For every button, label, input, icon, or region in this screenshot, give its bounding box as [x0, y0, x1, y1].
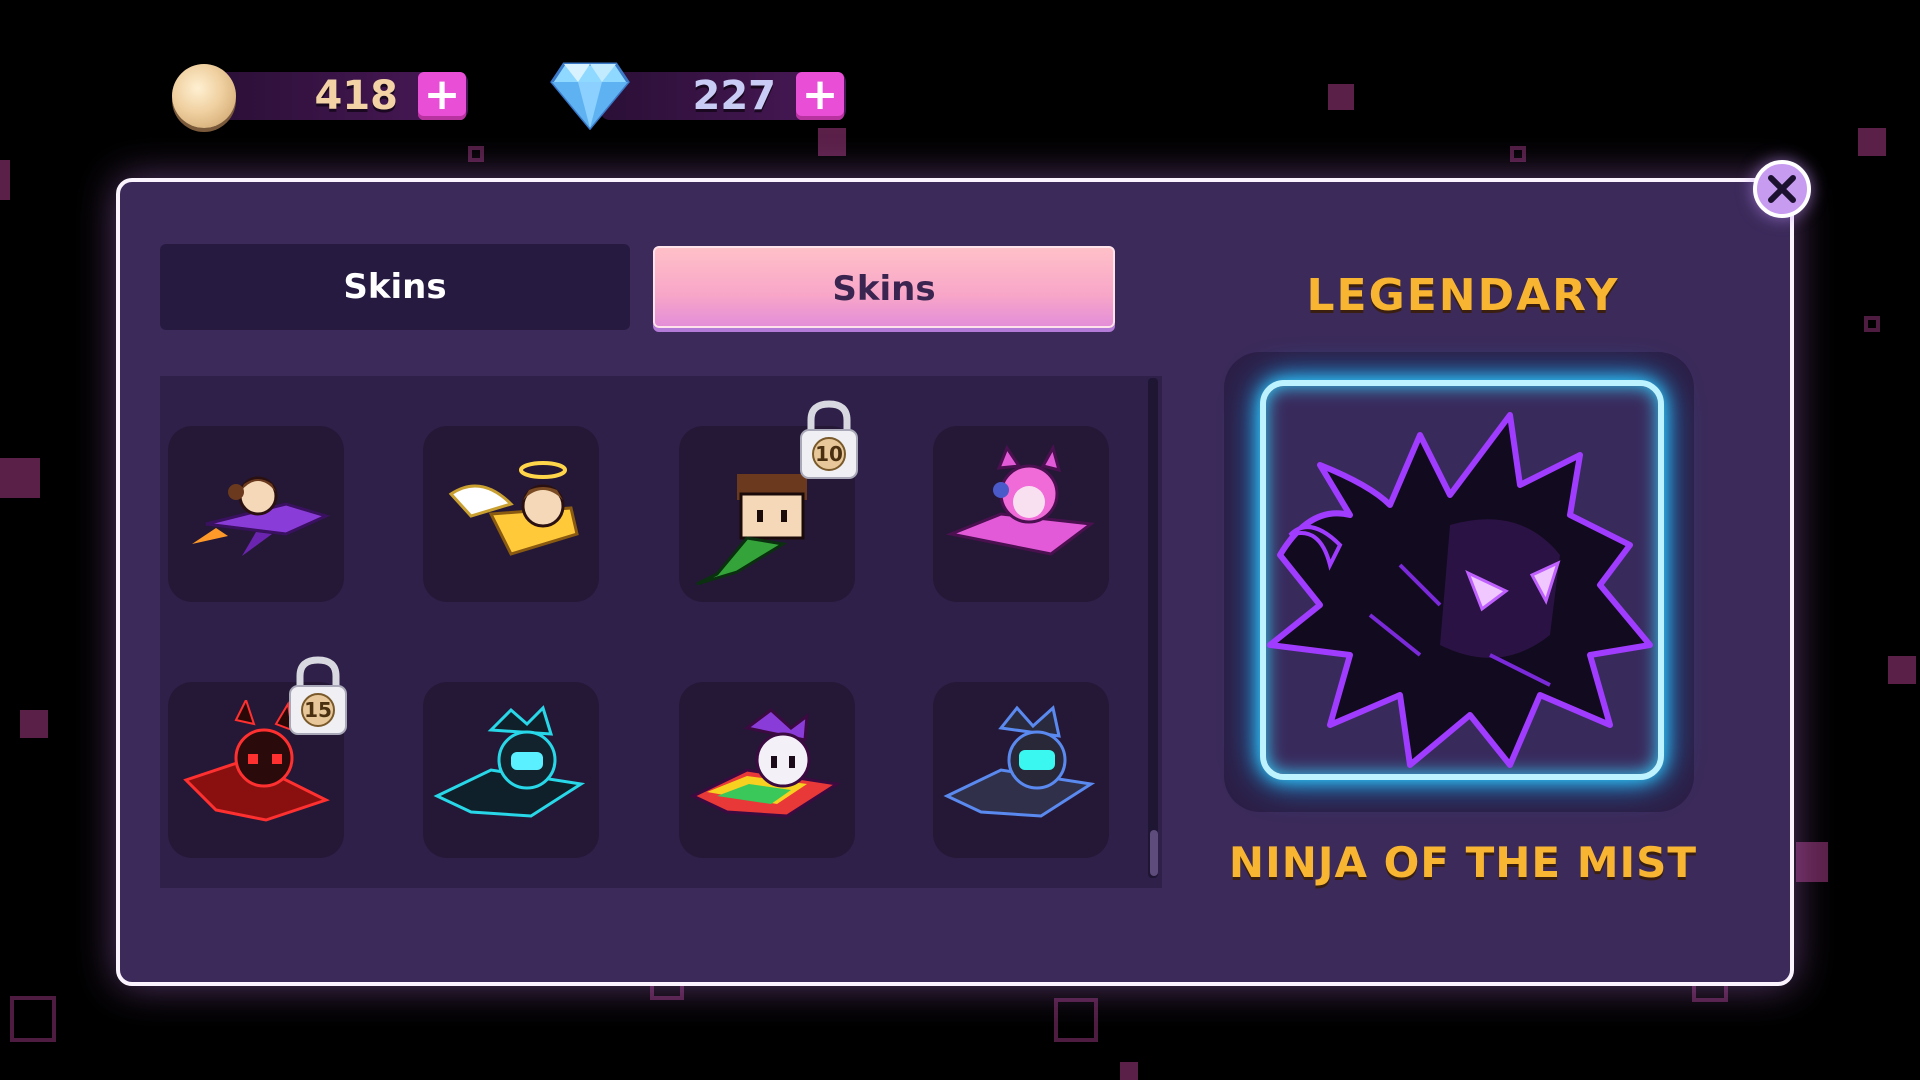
featured-skin-name: NINJA OF THE MIST: [1228, 838, 1698, 887]
bg-square: [0, 160, 10, 200]
angel-rider-icon: [448, 461, 579, 556]
lock-icon-level-15: 15: [286, 654, 350, 738]
bg-square: [20, 710, 48, 738]
tab-skins-inactive[interactable]: Skins: [160, 244, 630, 330]
tab-skins-active[interactable]: Skins: [653, 246, 1115, 328]
add-coins-button[interactable]: +: [418, 72, 466, 120]
cat-pilot-icon: [945, 444, 1095, 556]
diamond-icon: [550, 62, 630, 130]
skin-slot-rainbow-jet[interactable]: [679, 682, 855, 858]
bg-square-outline: [468, 146, 484, 162]
bg-square: [1120, 1062, 1138, 1080]
bg-square-outline: [1864, 316, 1880, 332]
rarity-label: LEGENDARY: [1306, 270, 1620, 321]
skin-slot-cat-pilot[interactable]: [933, 426, 1109, 602]
bg-square-outline: [1510, 146, 1526, 162]
skin-slot-shadow-cyan[interactable]: [423, 682, 599, 858]
skin-slot-mech-pilot[interactable]: [933, 682, 1109, 858]
close-icon: [1768, 175, 1796, 203]
bg-square: [1328, 84, 1354, 110]
skin-slot-angel-rider[interactable]: [423, 426, 599, 602]
lock-level-label: 15: [304, 698, 332, 722]
mech-pilot-icon: [943, 705, 1096, 818]
bg-square: [1858, 128, 1886, 156]
bg-square-outline: [1054, 998, 1098, 1042]
gem-counter: 227 +: [550, 62, 850, 130]
bg-square: [0, 458, 40, 498]
scrollbar-thumb[interactable]: [1150, 830, 1158, 876]
lock-icon-level-10: 10: [797, 398, 861, 482]
bg-square: [1796, 842, 1828, 882]
rocket-girl-icon: [192, 476, 331, 556]
close-button[interactable]: [1753, 160, 1811, 218]
ninja-of-the-mist-icon: [1267, 412, 1653, 768]
add-gems-button[interactable]: +: [796, 72, 844, 120]
coin-counter: 418 +: [172, 64, 472, 128]
coin-amount: 418: [314, 73, 399, 119]
bg-square-outline: [10, 996, 56, 1042]
bg-square: [818, 128, 846, 156]
coin-icon: [172, 64, 236, 128]
lock-level-label: 10: [815, 442, 843, 466]
rainbow-jet-icon: [689, 708, 842, 818]
scrollbar-track[interactable]: [1148, 378, 1158, 878]
shadow-cyan-icon: [433, 705, 586, 818]
skin-slot-rocket-girl[interactable]: [168, 426, 344, 602]
bg-square: [1888, 656, 1916, 684]
gem-amount: 227: [692, 73, 777, 119]
